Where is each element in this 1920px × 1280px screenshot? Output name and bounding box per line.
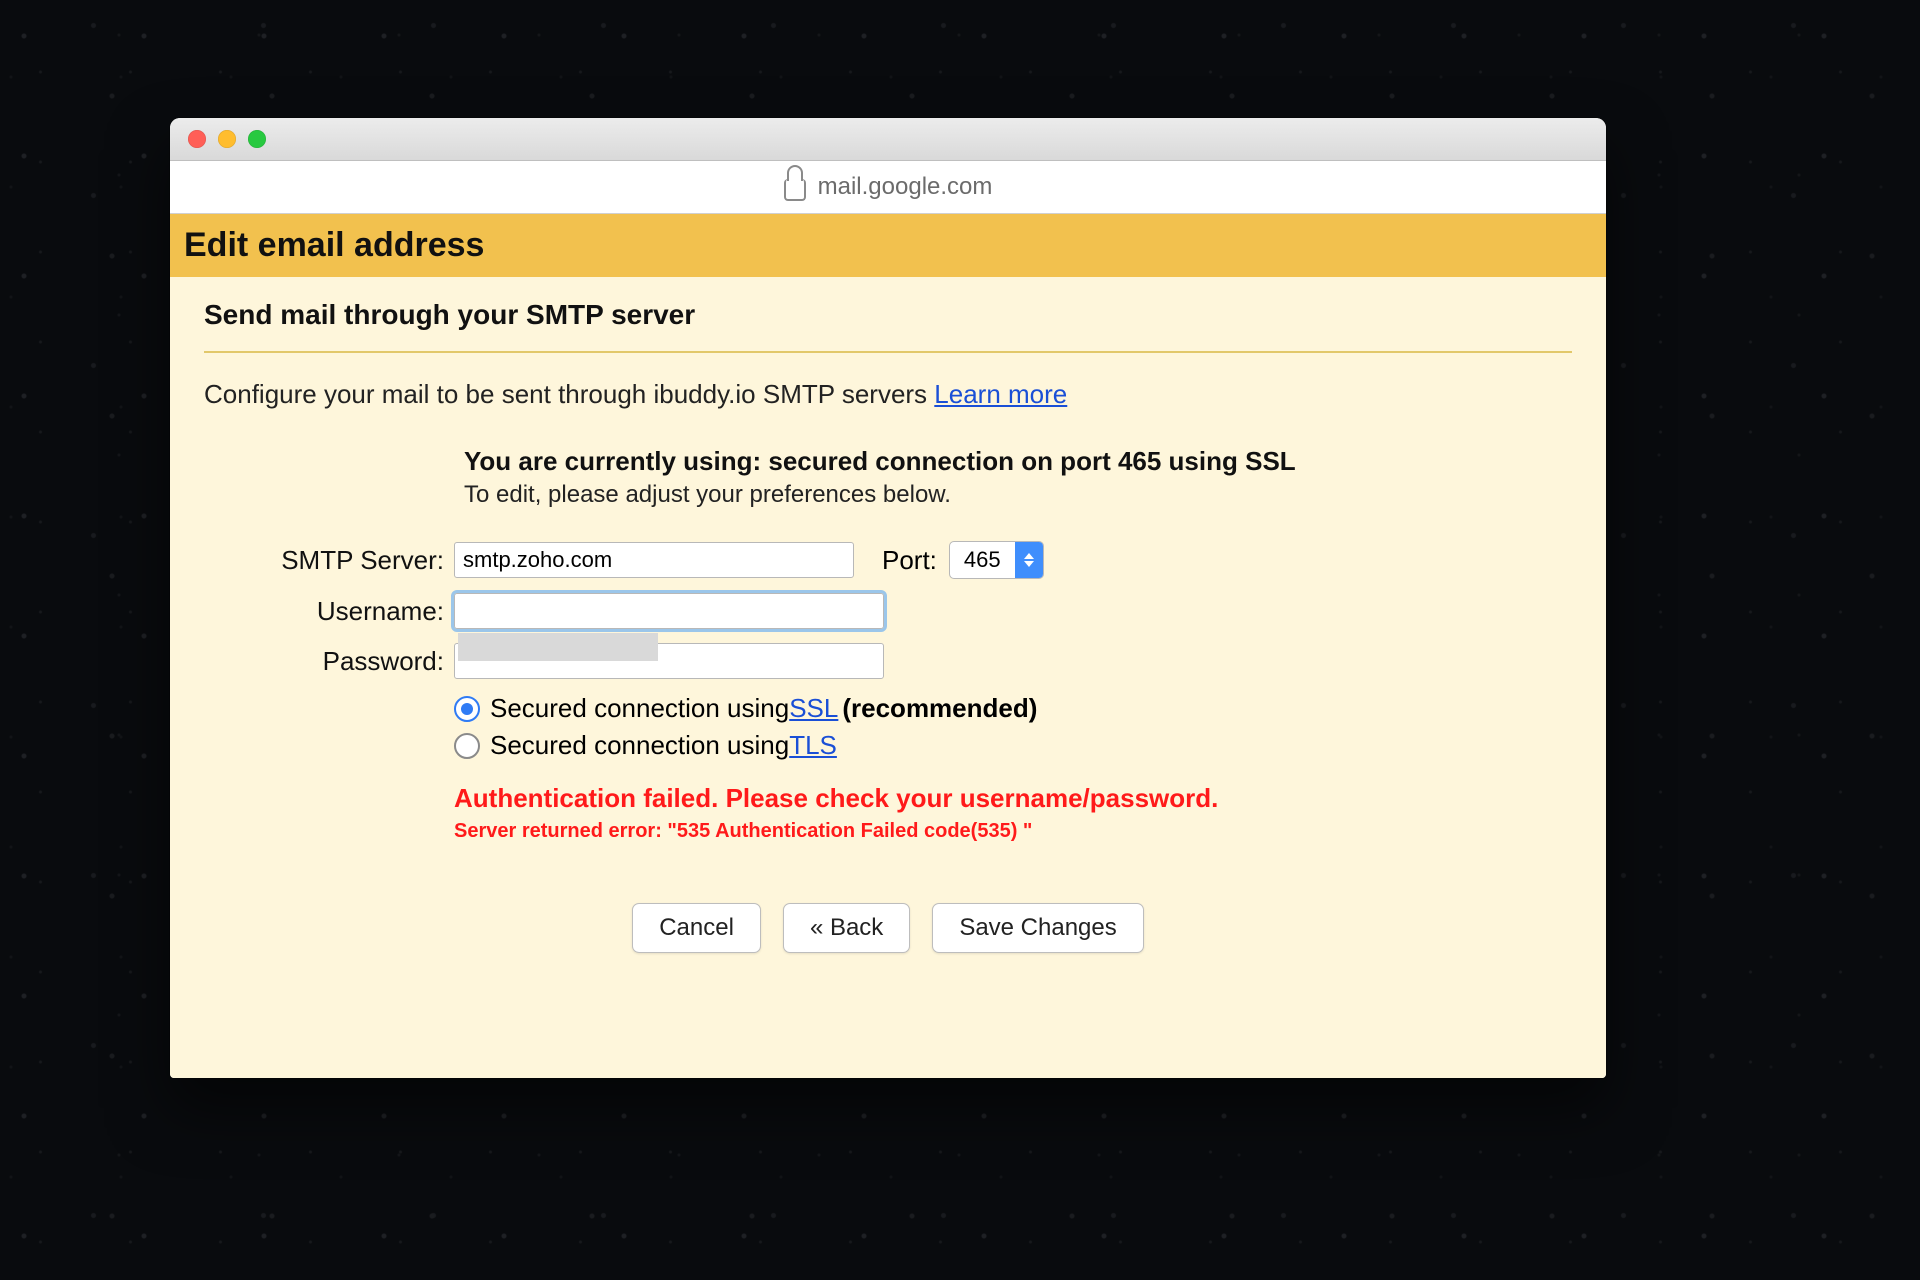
window-maximize-button[interactable] [248, 130, 266, 148]
address-text: mail.google.com [818, 173, 993, 201]
smtp-server-input[interactable] [454, 542, 854, 578]
window-minimize-button[interactable] [218, 130, 236, 148]
port-stepper[interactable] [1015, 542, 1043, 578]
chevron-down-icon [1024, 561, 1034, 567]
description-text: Configure your mail to be sent through i… [204, 379, 934, 409]
back-button[interactable]: « Back [783, 903, 910, 953]
ssl-option[interactable]: Secured connection using SSL (recommende… [454, 693, 1572, 724]
tls-link[interactable]: TLS [789, 730, 837, 761]
ssl-link[interactable]: SSL [789, 693, 838, 724]
ssl-radio[interactable] [454, 696, 480, 722]
password-label: Password: [204, 646, 454, 677]
learn-more-link[interactable]: Learn more [934, 379, 1067, 409]
port-select[interactable]: 465 [949, 541, 1044, 579]
error-detail: Server returned error: "535 Authenticati… [454, 820, 1572, 843]
port-label: Port: [882, 545, 937, 576]
smtp-label: SMTP Server: [204, 545, 454, 576]
tls-option[interactable]: Secured connection using TLS [454, 730, 1572, 761]
window-titlebar [170, 118, 1606, 161]
cancel-button[interactable]: Cancel [632, 903, 761, 953]
ssl-recommended: (recommended) [842, 693, 1037, 724]
chevron-up-icon [1024, 553, 1034, 559]
username-label: Username: [204, 596, 454, 627]
action-buttons: Cancel « Back Save Changes [204, 903, 1572, 953]
section-description: Configure your mail to be sent through i… [204, 379, 1572, 410]
username-input[interactable] [454, 593, 884, 629]
address-bar[interactable]: mail.google.com [170, 161, 1606, 214]
error-headline: Authentication failed. Please check your… [454, 783, 1572, 814]
browser-window: mail.google.com Edit email address Send … [170, 118, 1606, 1078]
lock-icon [784, 179, 806, 201]
tls-text: Secured connection using [490, 730, 789, 761]
save-button[interactable]: Save Changes [932, 903, 1143, 953]
password-input[interactable] [454, 643, 884, 679]
current-status: You are currently using: secured connect… [464, 446, 1572, 477]
port-value: 465 [950, 547, 1015, 573]
ssl-text: Secured connection using [490, 693, 789, 724]
tls-radio[interactable] [454, 733, 480, 759]
status-hint: To edit, please adjust your preferences … [464, 481, 1572, 509]
section-subtitle: Send mail through your SMTP server [204, 299, 1572, 353]
window-close-button[interactable] [188, 130, 206, 148]
page-title: Edit email address [170, 214, 1606, 277]
page-content: Edit email address Send mail through you… [170, 214, 1606, 1078]
